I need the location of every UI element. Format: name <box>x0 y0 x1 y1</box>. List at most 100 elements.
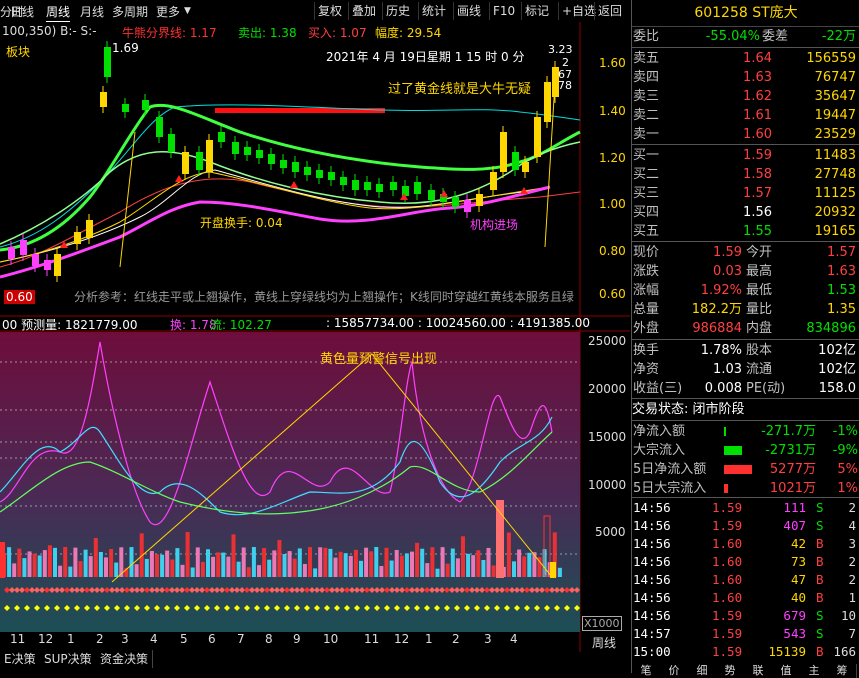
draw-line-button[interactable]: 画线 <box>453 2 484 20</box>
panel-tab[interactable]: 联 <box>744 664 773 678</box>
buy-book-row[interactable]: 买五 1.55 19165 <box>632 222 859 241</box>
candle-body <box>316 170 323 178</box>
tick-time: 14:56 <box>633 608 671 623</box>
volume-bar <box>389 560 394 577</box>
volume-bar <box>379 566 384 577</box>
volume-bar <box>109 548 114 577</box>
bottom-tab-e-decision[interactable]: E决策 <box>0 650 41 668</box>
volume-bar <box>476 550 481 577</box>
overlay-button[interactable]: 叠加 <box>348 2 379 20</box>
buy-book-row[interactable]: 买三 1.57 11125 <box>632 184 859 203</box>
date-label: 2021年 4 月 19日星期 1 15 时 0 分 <box>326 50 525 64</box>
tick-row: 14:56 1.60 40 B 1 <box>632 589 859 607</box>
quote-label: 涨跌 <box>633 264 660 279</box>
flow-label: 净流入额 <box>633 424 686 439</box>
panel-tab[interactable]: 笔 <box>632 664 661 678</box>
stock-title: 601258 ST庞大 <box>632 0 859 27</box>
tick-price: 1.60 <box>712 572 743 587</box>
chart-area[interactable]: 100,350) B:- S:- 牛熊分界线: 1.17 卖出: 1.38 买入… <box>0 22 630 673</box>
period-label[interactable]: 周线 <box>592 634 616 651</box>
volume-bar <box>353 549 358 577</box>
panel-tab[interactable]: 细 <box>688 664 717 678</box>
x-axis-label: 10 <box>323 632 339 646</box>
flow-value: -2731万 <box>765 443 816 458</box>
volume-bar <box>297 548 302 577</box>
volume-bar <box>308 547 312 577</box>
book-volume: 35647 <box>814 89 856 104</box>
back-button[interactable]: 返回 <box>594 2 625 20</box>
vol-tick-20000: 20000 <box>588 382 627 396</box>
sell-book-row[interactable]: 卖二 1.61 19447 <box>632 106 859 125</box>
indicator-header: 100,350) B:- S:- <box>2 24 97 38</box>
quote-value: 986884 <box>692 321 742 336</box>
quote-label: 涨幅 <box>633 283 660 298</box>
buy-book-row[interactable]: 买二 1.58 27748 <box>632 165 859 184</box>
bottom-tab-fund-decision[interactable]: 资金决策 <box>96 650 154 668</box>
candle-body <box>218 132 225 142</box>
sell-book-row[interactable]: 卖四 1.63 76747 <box>632 68 859 87</box>
volume-bar <box>42 550 47 577</box>
buy-book-row[interactable]: 买一 1.59 11483 <box>632 146 859 165</box>
tab-daily[interactable]: 日线 <box>10 3 34 20</box>
golden-line-annotation: 过了黄金线就是大牛无疑 <box>388 82 532 97</box>
kline-chart-svg[interactable] <box>0 22 630 673</box>
book-volume: 11125 <box>814 186 856 201</box>
panel-tab[interactable]: 势 <box>716 664 745 678</box>
more-dropdown-icon[interactable]: ▼ <box>184 6 191 16</box>
volume-bar <box>384 547 389 577</box>
candle-body <box>182 152 189 174</box>
volume-bar <box>83 549 88 577</box>
panel-tab[interactable]: 主 <box>800 664 829 678</box>
sell-book-row[interactable]: 卖三 1.62 35647 <box>632 87 859 106</box>
flow-bar <box>724 484 728 493</box>
buy-line-label: 买入: 1.07 <box>308 26 367 40</box>
volume-bar <box>364 547 369 577</box>
volume-bar <box>216 552 221 577</box>
book-level-label: 卖三 <box>633 89 660 104</box>
book-volume: 76747 <box>814 70 856 85</box>
volume-bar <box>435 568 440 577</box>
add-watchlist-button[interactable]: +自选 <box>558 2 599 20</box>
volume-bar <box>175 548 180 577</box>
f10-button[interactable]: F10 <box>489 2 518 20</box>
tick-volume: 73 <box>790 554 806 569</box>
tab-monthly[interactable]: 月线 <box>80 3 104 20</box>
volume-bar <box>78 561 83 577</box>
sell-book-row[interactable]: 卖一 1.60 23529 <box>632 125 859 144</box>
sell-book-row[interactable]: 卖五 1.64 156559 <box>632 49 859 68</box>
quote-label: 最低 <box>746 283 773 298</box>
tab-weekly[interactable]: 周线 <box>46 3 71 23</box>
stats-button[interactable]: 统计 <box>418 2 449 20</box>
flow-row: 5日净流入额 5277万 5% <box>632 460 859 479</box>
trade-state: 交易状态: 闭市阶段 <box>632 402 745 417</box>
tab-multi-period[interactable]: 多周期 <box>112 3 148 20</box>
tick-time: 15:00 <box>633 644 671 659</box>
bottom-tab-sup-decision[interactable]: SUP决策 <box>40 650 97 668</box>
volume-bar <box>415 542 420 577</box>
quote-label: 总量 <box>633 302 660 317</box>
volume-bar <box>155 554 159 577</box>
panel-tab[interactable]: 筹 <box>828 664 857 678</box>
tick-price: 1.59 <box>712 608 743 623</box>
adjust-button[interactable]: 复权 <box>314 2 345 20</box>
candle-body <box>100 92 107 107</box>
buy-book-row[interactable]: 买四 1.56 20932 <box>632 203 859 222</box>
panel-tab[interactable]: 价 <box>660 664 689 678</box>
history-button[interactable]: 历史 <box>382 2 413 20</box>
x-axis-label: 2 <box>96 632 104 646</box>
volume-bar <box>496 500 504 578</box>
volume-bar <box>466 553 471 577</box>
candle-body <box>292 162 299 172</box>
volume-bar <box>445 563 450 577</box>
book-volume: 19447 <box>814 108 856 123</box>
vol-tick-25000: 25000 <box>588 334 627 348</box>
fundamental-value: 1.78% <box>700 343 742 358</box>
panel-tab[interactable]: 值 <box>772 664 801 678</box>
tick-volume: 407 <box>783 518 806 533</box>
mark-button[interactable]: 标记 <box>521 2 552 20</box>
tick-volume: 15139 <box>768 644 806 659</box>
tick-direction: S <box>816 518 824 533</box>
tick-price: 1.59 <box>712 500 743 515</box>
tab-more[interactable]: 更多 <box>156 3 180 20</box>
volume-bar <box>241 547 246 577</box>
